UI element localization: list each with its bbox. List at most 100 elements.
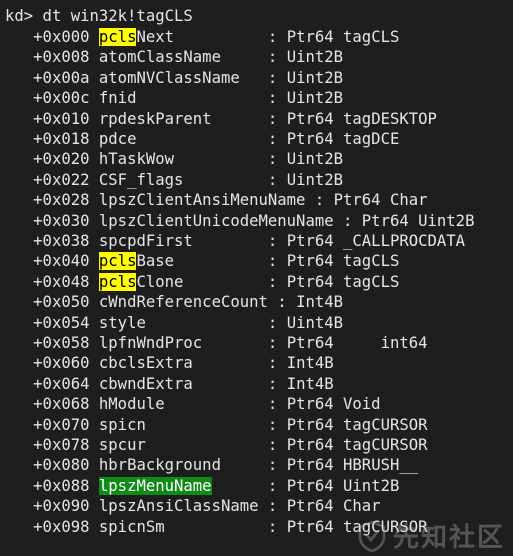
struct-field-row: +0x048 pclsClone : Ptr64 tagCLS: [33, 272, 400, 291]
field-type: Uint2B: [286, 89, 344, 108]
struct-field-row: +0x058 lpfnWndProc : Ptr64 int64: [33, 334, 428, 352]
field-type: Ptr64 tagCURSOR: [286, 415, 428, 434]
struct-field-row: +0x008 atomClassName : Uint2B: [33, 48, 344, 67]
field-name: Next: [136, 28, 175, 46]
field-offset: +0x080: [33, 456, 90, 475]
field-type: Ptr64 tagDESKTOP: [286, 109, 437, 128]
struct-field-row: +0x088 lpszMenuName : Ptr64 Uint2B: [33, 476, 400, 495]
field-offset: +0x050: [33, 293, 90, 312]
field-offset: +0x018: [33, 130, 90, 148]
field-name: hModule: [98, 395, 165, 414]
struct-field-row: +0x028 lpszClientAnsiMenuName : Ptr64 Ch…: [33, 191, 428, 210]
struct-field-row: +0x030 lpszClientUnicodeMenuName : Ptr64…: [33, 211, 475, 230]
field-type: Uint2B: [286, 68, 344, 87]
field-offset: +0x028: [33, 191, 90, 210]
struct-field-row: +0x098 spicnSm : Ptr64 tagCURSOR: [33, 517, 428, 536]
field-name: lpszAnsiClassName: [98, 497, 259, 516]
field-type: Ptr64 HBRUSH__: [286, 456, 419, 475]
field-name: spcpdFirst: [98, 232, 193, 250]
field-name: cbclsExtra: [98, 354, 193, 373]
field-name: hTaskWow: [98, 150, 175, 169]
field-name: cbwndExtra: [98, 374, 193, 393]
field-type: Ptr64 tagCLS: [286, 272, 400, 291]
field-offset: +0x098: [33, 517, 90, 536]
struct-field-row: +0x00c fnid : Uint2B: [33, 89, 344, 108]
struct-field-row: +0x020 hTaskWow : Uint2B: [33, 150, 344, 169]
search-highlight: pcls: [98, 272, 137, 291]
field-name: spicnSm: [98, 517, 165, 536]
field-type: Int4B: [286, 374, 334, 393]
field-name: lpszClientAnsiMenuName: [98, 191, 306, 210]
field-type: Ptr64 tagCLS: [286, 28, 400, 46]
struct-field-row: +0x064 cbwndExtra : Int4B: [33, 374, 334, 393]
field-offset: +0x060: [33, 354, 90, 373]
field-offset: +0x058: [33, 334, 90, 352]
field-name: pdce: [98, 130, 137, 148]
field-type: Ptr64 tagCURSOR: [286, 436, 428, 454]
field-offset: +0x040: [33, 252, 90, 271]
field-offset: +0x00a: [33, 68, 90, 87]
field-offset: +0x00c: [33, 89, 90, 108]
field-offset: +0x068: [33, 395, 90, 414]
field-offset: +0x030: [33, 211, 90, 230]
field-type: Ptr64 Char: [286, 497, 381, 516]
field-type: Ptr64 Uint2B: [286, 476, 400, 495]
field-offset: +0x020: [33, 150, 90, 169]
field-type: Uint2B: [286, 48, 344, 67]
field-type: Ptr64 _CALLPROCDATA: [286, 232, 466, 250]
struct-field-row: +0x060 cbclsExtra : Int4B: [33, 354, 334, 373]
field-type: Ptr64 tagCURSOR: [286, 517, 428, 536]
struct-field-row: +0x090 lpszAnsiClassName : Ptr64 Char: [33, 497, 381, 516]
field-offset: +0x010: [33, 109, 90, 128]
struct-field-row: +0x078 spcur : Ptr64 tagCURSOR: [33, 436, 428, 454]
field-type: Ptr64 tagCLS: [286, 252, 400, 271]
struct-field-row: +0x022 CSF_flags : Uint2B: [33, 170, 344, 189]
field-type: Ptr64 tagDCE: [286, 130, 400, 148]
debugger-console[interactable]: kd> dt win32k!tagCLS +0x000 pclsNext : P…: [0, 0, 513, 556]
field-type: Ptr64 Char: [333, 191, 428, 210]
field-name: lpszClientUnicodeMenuName: [98, 211, 334, 230]
field-type: Uint4B: [286, 313, 344, 332]
field-name: CSF_flags: [98, 170, 184, 189]
struct-field-row: +0x070 spicn : Ptr64 tagCURSOR: [33, 415, 428, 434]
field-type: Uint2B: [286, 150, 344, 169]
search-highlight: pcls: [98, 252, 137, 271]
struct-field-row: +0x00a atomNVClassName : Uint2B: [33, 68, 344, 87]
field-name: Clone: [136, 272, 184, 291]
struct-field-row: +0x010 rpdeskParent : Ptr64 tagDESKTOP: [33, 109, 437, 128]
search-highlight: lpszMenuName: [98, 476, 212, 495]
field-type: Uint2B: [286, 170, 344, 189]
struct-field-row: +0x050 cWndReferenceCount : Int4B: [33, 293, 344, 312]
field-offset: +0x078: [33, 436, 90, 454]
field-name: lpfnWndProc: [98, 334, 203, 352]
field-name: cWndReferenceCount: [98, 293, 268, 312]
field-name: spicn: [98, 415, 146, 434]
field-offset: +0x070: [33, 415, 90, 434]
field-name: Base: [136, 252, 175, 271]
field-offset: +0x008: [33, 48, 90, 67]
field-offset: +0x048: [33, 272, 90, 291]
struct-field-row: +0x018 pdce : Ptr64 tagDCE: [33, 130, 400, 148]
field-type: Ptr64 int64: [286, 334, 428, 352]
field-offset: +0x088: [33, 476, 90, 495]
struct-field-row: +0x080 hbrBackground : Ptr64 HBRUSH__: [33, 456, 419, 475]
field-type: Ptr64 Uint2B: [361, 211, 475, 230]
field-type: Ptr64 Void: [286, 395, 381, 414]
struct-field-row: +0x000 pclsNext : Ptr64 tagCLS: [33, 28, 400, 46]
struct-field-row: +0x054 style : Uint4B: [33, 313, 344, 332]
command-line: kd> dt win32k!tagCLS: [5, 7, 193, 25]
field-offset: +0x064: [33, 374, 90, 393]
field-offset: +0x038: [33, 232, 90, 250]
field-name: fnid: [98, 89, 137, 108]
struct-field-row: +0x040 pclsBase : Ptr64 tagCLS: [33, 252, 400, 271]
field-offset: +0x054: [33, 313, 90, 332]
field-name: hbrBackground: [98, 456, 221, 475]
search-highlight: pcls: [98, 28, 137, 46]
struct-field-row: +0x068 hModule : Ptr64 Void: [33, 395, 381, 414]
field-type: Int4B: [296, 293, 344, 312]
field-name: spcur: [98, 436, 146, 454]
field-name: atomClassName: [98, 48, 221, 67]
struct-field-row: +0x038 spcpdFirst : Ptr64 _CALLPROCDATA: [33, 232, 466, 250]
field-name: atomNVClassName: [98, 68, 240, 87]
field-offset: +0x090: [33, 497, 90, 516]
